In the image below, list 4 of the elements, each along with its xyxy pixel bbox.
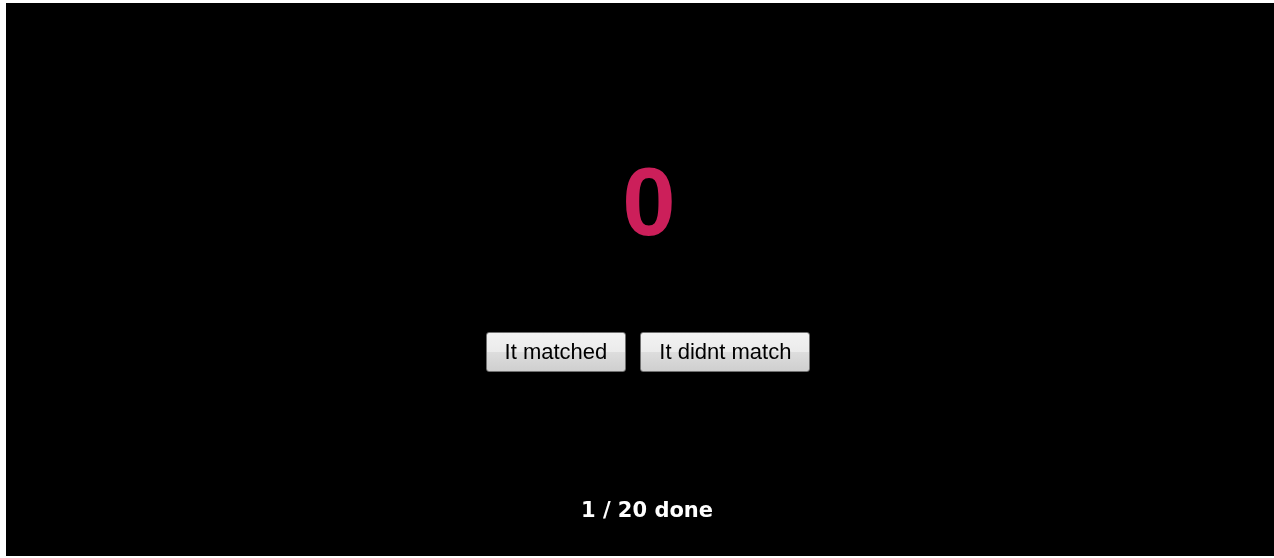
score-number: 0 [622, 154, 676, 250]
answer-button[interactable]: It didnt match [640, 332, 811, 372]
progress-text: 1 / 20 done [580, 498, 714, 522]
answer-button[interactable]: It matched [485, 332, 627, 372]
